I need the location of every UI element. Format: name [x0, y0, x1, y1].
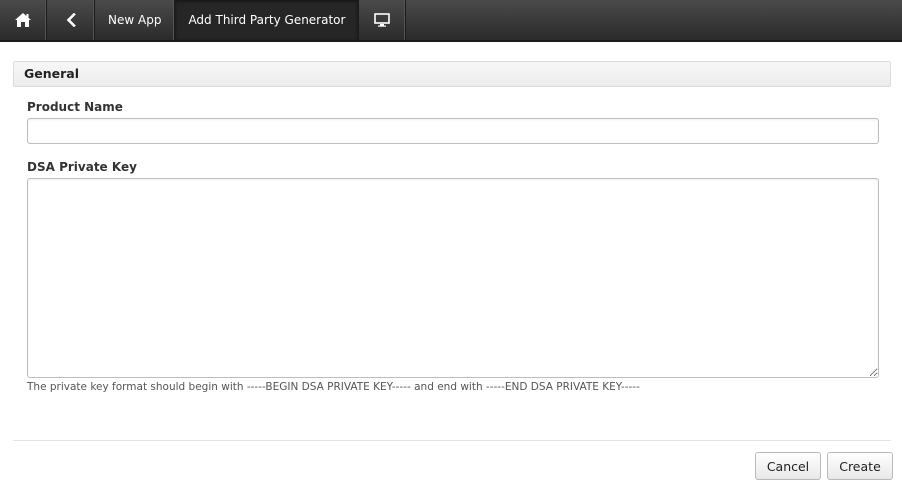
monitor-icon — [374, 13, 391, 27]
chevron-left-icon — [66, 13, 76, 27]
section-header-general: General — [13, 61, 891, 87]
home-button[interactable] — [0, 0, 47, 40]
product-name-label: Product Name — [27, 100, 123, 114]
breadcrumb-new-app[interactable]: New App — [95, 0, 176, 40]
product-name-input[interactable] — [27, 118, 879, 144]
cancel-button[interactable]: Cancel — [755, 452, 821, 480]
home-icon — [14, 12, 32, 28]
dsa-private-key-label: DSA Private Key — [27, 160, 137, 174]
screen-button[interactable] — [359, 0, 407, 40]
private-key-help-text: The private key format should begin with… — [27, 381, 640, 393]
breadcrumb-label: Add Third Party Generator — [188, 13, 346, 27]
breadcrumb-add-third-party-generator[interactable]: Add Third Party Generator — [175, 0, 360, 40]
top-navigation-bar: New App Add Third Party Generator — [0, 0, 902, 42]
form-divider — [13, 440, 891, 441]
create-button[interactable]: Create — [827, 452, 893, 480]
dsa-private-key-textarea[interactable] — [27, 178, 879, 378]
breadcrumb-label: New App — [108, 13, 162, 27]
back-button[interactable] — [47, 0, 95, 40]
